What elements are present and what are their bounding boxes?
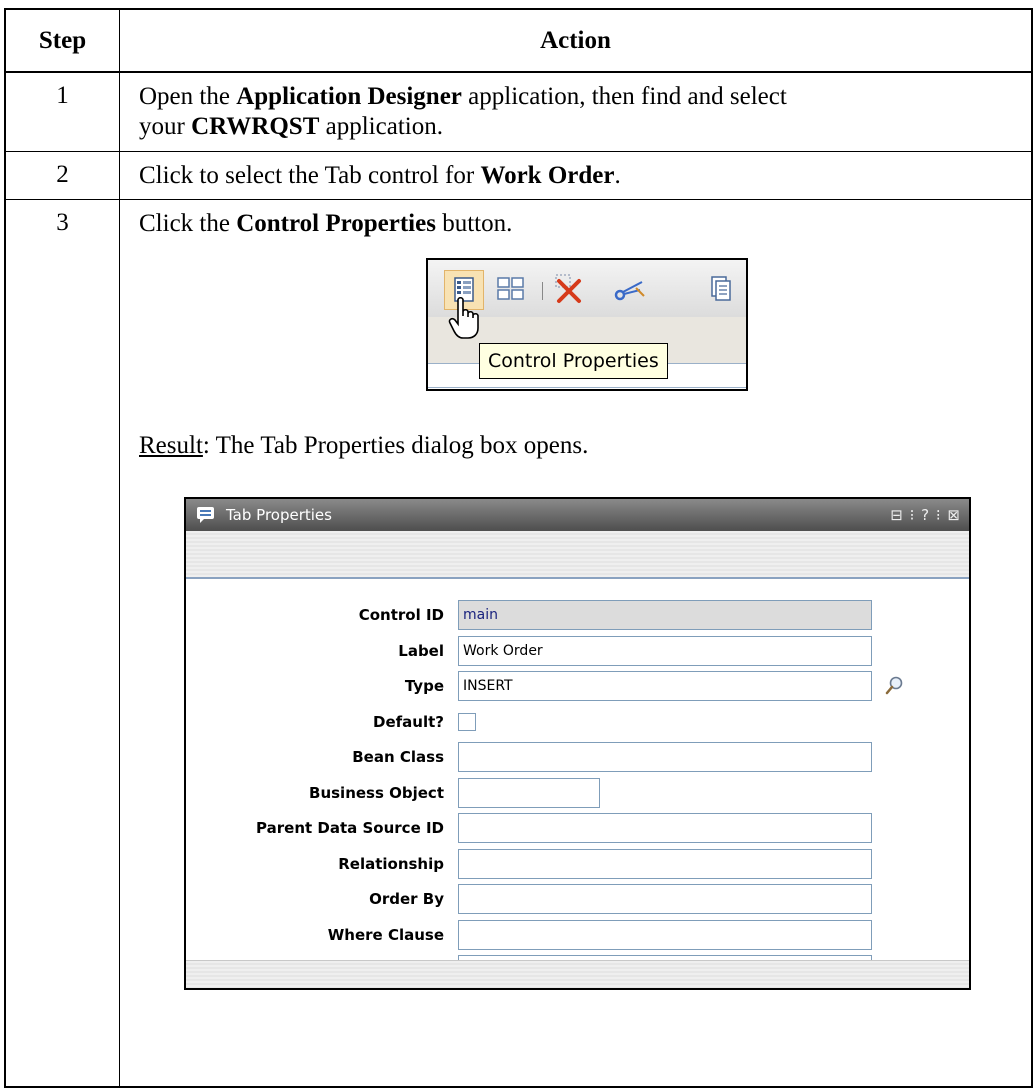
text-run: Open the [139,83,237,110]
field-label: Default? [373,712,444,731]
field-label: Where Clause [327,925,444,944]
field-row-control-id: Control ID main [186,599,969,631]
field-row-parent-data-source: Parent Data Source ID [186,812,969,844]
tab-name: Work Order [480,162,615,189]
field-row-business-object: Business Object [186,777,969,809]
column-divider [119,10,120,1086]
field-label: Bean Class [352,748,444,766]
tab-properties-dialog: Tab Properties ⊟ ⁝ ? ⁝ ⊠ Control ID main… [184,497,971,990]
result-label: Result [139,432,203,459]
step-number: 2 [56,161,69,188]
row-divider [6,71,1031,73]
text-run: button. [435,210,513,237]
button-name: Control Properties [236,210,436,237]
step-text: Click the Control Properties button. [139,209,1017,239]
default-checkbox[interactable] [458,712,476,731]
header-step: Step [38,27,87,54]
text-run: : The Tab Properties dialog box opens. [202,432,589,459]
field-label: Type [404,677,444,695]
bean-class-field[interactable] [458,742,872,772]
field-row-default: Default? [186,706,969,738]
parent-data-source-field[interactable] [458,813,872,843]
order-by-field[interactable] [458,884,872,914]
copy-icon [711,276,731,301]
text-run: Click the [139,210,237,237]
toolbar-separator [542,282,543,300]
divider [428,387,746,388]
app-code: CRWRQST [191,113,320,140]
step-text: Open the Application Designer applicatio… [139,82,1017,142]
window-controls[interactable]: ⊟ ⁝ ? ⁝ ⊠ [890,499,961,531]
business-object-field[interactable] [458,777,600,808]
type-field[interactable]: INSERT [458,671,872,701]
field-row-order-by: Order By [186,883,969,915]
grid-icon [497,277,524,300]
grid-button[interactable] [492,270,532,310]
dialog-footer [186,960,969,988]
step-number: 3 [56,209,69,236]
dialog-title-bar: Tab Properties ⊟ ⁝ ? ⁝ ⊠ [186,499,969,531]
lookup-magnifier-icon[interactable] [885,675,905,697]
where-clause-field[interactable] [458,919,872,950]
field-row-type: Type INSERT [186,670,969,702]
toolbar-screenshot: Control Properties [426,258,748,391]
row-divider [6,199,1031,200]
text-run: application. [319,113,443,140]
field-row-bean-class: Bean Class [186,741,969,773]
dialog-toolbar [186,531,969,579]
field-label: Parent Data Source ID [256,819,444,837]
field-label: Order By [369,890,444,908]
dialog-icon [197,507,214,523]
app-name: Application Designer [236,83,462,110]
delete-button[interactable] [550,270,590,310]
text-run: . [614,162,621,189]
text-run: Click to select the Tab control for [139,162,481,189]
field-row-where-clause: Where Clause [186,919,969,951]
field-label: Label [398,641,444,660]
cut-icon [614,281,645,301]
label-field[interactable]: Work Order [458,635,872,666]
field-label: Relationship [338,854,444,873]
text-run: your [139,113,192,140]
copy-button[interactable] [702,270,742,310]
text-run: application, then find and select [461,83,787,110]
header-action: Action [540,27,611,54]
control-id-field[interactable]: main [458,600,872,630]
delete-icon [555,274,581,303]
hand-cursor-icon [448,296,479,339]
tooltip: Control Properties [479,343,668,379]
relationship-field[interactable] [458,848,872,879]
field-label: Business Object [309,783,444,802]
field-row-relationship: Relationship [186,848,969,880]
field-label: Control ID [358,606,444,624]
dialog-title: Tab Properties [226,506,332,524]
cut-button[interactable] [610,270,650,310]
result-text: Result: The Tab Properties dialog box op… [139,431,1017,461]
step-text: Click to select the Tab control for Work… [139,161,1017,191]
step-number: 1 [56,82,69,109]
field-row-label: Label Work Order [186,635,969,667]
row-divider [6,151,1031,152]
